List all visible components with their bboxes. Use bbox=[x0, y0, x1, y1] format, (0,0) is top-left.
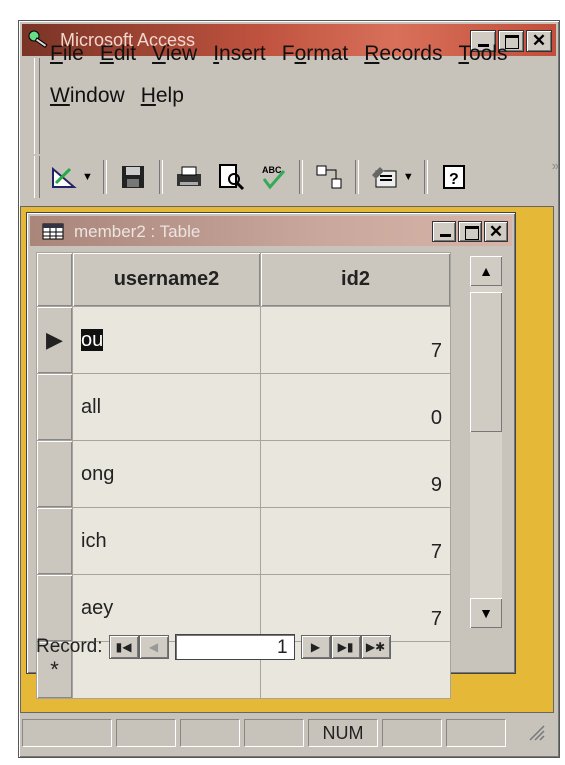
select-all-corner[interactable] bbox=[36, 252, 73, 307]
cell-username2-value: ong bbox=[81, 462, 115, 485]
child-minimize-button[interactable] bbox=[432, 221, 456, 242]
table-window-title: member2 : Table bbox=[74, 222, 201, 241]
record-selector[interactable]: ▶ bbox=[36, 306, 73, 374]
status-panel bbox=[382, 719, 442, 747]
record-navigation-bar: Record: ▮◀ ◀ 1 ▶ ▶▮ ▶✱ bbox=[36, 630, 506, 664]
relationships-icon[interactable] bbox=[313, 161, 345, 193]
last-record-button[interactable]: ▶▮ bbox=[330, 635, 361, 659]
menu-records[interactable]: Records bbox=[364, 42, 442, 66]
chevron-down-icon[interactable]: ▼ bbox=[82, 171, 93, 183]
menu-bar: File Edit View Insert Format Records Tools Win… bbox=[30, 42, 550, 142]
menu-view[interactable]: View bbox=[152, 42, 197, 66]
database-toolbar: ▼ ABC ▼ ? bbox=[48, 155, 548, 199]
previous-record-button[interactable]: ◀ bbox=[138, 635, 169, 659]
toolbar-separator bbox=[102, 160, 107, 194]
cell-username2[interactable]: ich bbox=[72, 507, 261, 575]
print-icon[interactable] bbox=[173, 161, 205, 193]
help-icon[interactable]: ? bbox=[438, 161, 470, 193]
record-selector[interactable] bbox=[36, 440, 73, 508]
chevron-down-icon[interactable]: ▼ bbox=[403, 171, 414, 183]
record-number-field[interactable]: 1 bbox=[174, 634, 295, 660]
save-icon[interactable] bbox=[117, 161, 149, 193]
vertical-scrollbar[interactable]: ▲ ▼ bbox=[470, 256, 502, 628]
menu-file[interactable]: File bbox=[50, 42, 84, 66]
cell-username2[interactable]: ou bbox=[72, 306, 261, 374]
menu-help[interactable]: Help bbox=[141, 84, 184, 108]
cell-username2-value: ou bbox=[81, 328, 104, 351]
status-panel bbox=[244, 719, 304, 747]
toolbar-more-icon[interactable]: » bbox=[552, 158, 559, 173]
table-window-title-bar[interactable]: member2 : Table ✕ bbox=[30, 216, 512, 246]
toolbar-separator bbox=[158, 160, 163, 194]
scroll-up-arrow[interactable]: ▲ bbox=[470, 256, 502, 286]
toolbar-grip[interactable] bbox=[34, 156, 40, 198]
cell-username2-value: aey bbox=[81, 596, 114, 619]
cell-username2-value: ich bbox=[81, 529, 107, 552]
svg-text:?: ? bbox=[449, 171, 459, 188]
next-record-button[interactable]: ▶ bbox=[300, 635, 331, 659]
table-row[interactable]: ich 7 bbox=[36, 507, 451, 575]
cell-username2[interactable]: all bbox=[72, 373, 261, 441]
menu-tools[interactable]: Tools bbox=[458, 42, 507, 66]
column-header-id2[interactable]: id2 bbox=[260, 252, 451, 307]
record-label: Record: bbox=[36, 636, 103, 657]
scroll-thumb[interactable] bbox=[470, 292, 502, 432]
status-panel bbox=[22, 719, 112, 747]
status-panel bbox=[116, 719, 176, 747]
child-close-button[interactable]: ✕ bbox=[484, 221, 508, 242]
child-maximize-button[interactable] bbox=[458, 221, 482, 242]
toolbar-separator bbox=[354, 160, 359, 194]
spelling-icon[interactable]: ABC bbox=[257, 161, 289, 193]
menu-edit[interactable]: Edit bbox=[100, 42, 136, 66]
record-selector[interactable] bbox=[36, 507, 73, 575]
cell-id2[interactable]: 0 bbox=[260, 373, 451, 441]
new-record-button[interactable]: ▶✱ bbox=[360, 635, 391, 659]
table-row[interactable]: ▶ ou 7 bbox=[36, 306, 451, 374]
design-view-icon[interactable] bbox=[48, 161, 80, 193]
print-preview-icon[interactable] bbox=[215, 161, 247, 193]
table-icon bbox=[42, 223, 64, 240]
resize-grip-icon[interactable] bbox=[526, 722, 546, 742]
record-selector[interactable] bbox=[36, 373, 73, 441]
toolbar-separator bbox=[423, 160, 428, 194]
column-header-username2[interactable]: username2 bbox=[72, 252, 261, 307]
cell-id2[interactable]: 7 bbox=[260, 507, 451, 575]
first-record-button[interactable]: ▮◀ bbox=[108, 635, 139, 659]
new-object-icon[interactable] bbox=[369, 161, 401, 193]
num-lock-indicator: NUM bbox=[308, 719, 378, 747]
cell-username2[interactable]: ong bbox=[72, 440, 261, 508]
toolbar-separator bbox=[298, 160, 303, 194]
menu-format[interactable]: Format bbox=[282, 42, 349, 66]
cell-id2[interactable]: 7 bbox=[260, 306, 451, 374]
menu-insert[interactable]: Insert bbox=[213, 42, 266, 66]
table-row[interactable]: all 0 bbox=[36, 373, 451, 441]
status-bar: NUM bbox=[22, 716, 552, 750]
cell-id2[interactable]: 9 bbox=[260, 440, 451, 508]
table-row[interactable]: ong 9 bbox=[36, 440, 451, 508]
scroll-down-arrow[interactable]: ▼ bbox=[470, 598, 502, 628]
cell-username2-value: all bbox=[81, 395, 102, 418]
status-panel bbox=[446, 719, 506, 747]
svg-text:ABC: ABC bbox=[262, 165, 282, 175]
status-panel bbox=[180, 719, 240, 747]
menu-window[interactable]: Window bbox=[50, 84, 125, 108]
